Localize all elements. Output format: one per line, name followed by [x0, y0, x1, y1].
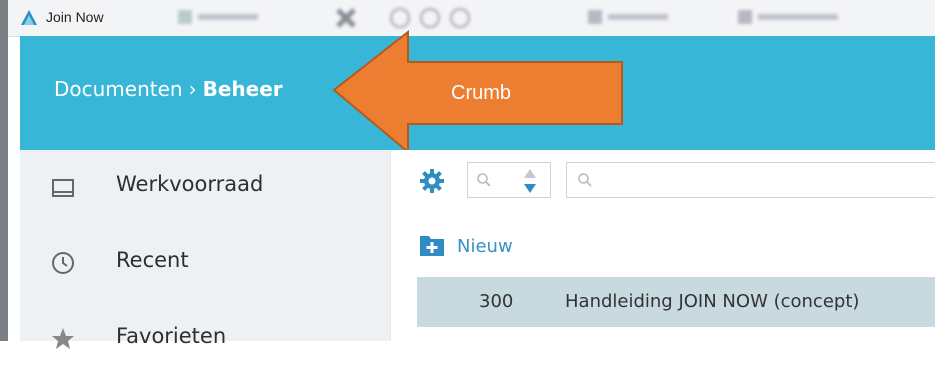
inbox-icon	[52, 179, 74, 197]
search-input[interactable]	[566, 162, 935, 198]
search-icon	[477, 173, 491, 187]
add-folder-icon	[420, 236, 444, 256]
new-document-label: Nieuw	[457, 236, 513, 257]
gear-icon[interactable]	[419, 168, 445, 194]
callout-label: Crumb	[451, 82, 512, 104]
breadcrumb: Documenten › Beheer	[54, 77, 283, 101]
sidebar-item-favorieten[interactable]: Favorieten	[20, 310, 390, 366]
clock-icon	[52, 252, 74, 274]
sidebar-item-label: Recent	[116, 248, 189, 272]
search-icon	[578, 173, 592, 187]
sidebar: Werkvoorraad Recent Favorieten	[20, 150, 390, 349]
document-title: Handleiding JOIN NOW (concept)	[565, 291, 860, 312]
window-left-edge	[0, 0, 8, 341]
breadcrumb-separator: ›	[188, 77, 197, 101]
sidebar-item-label: Favorieten	[116, 324, 227, 348]
filter-search-input[interactable]	[467, 162, 551, 198]
breadcrumb-link-documenten[interactable]: Documenten	[54, 77, 183, 101]
breadcrumb-current: Beheer	[202, 77, 283, 101]
table-row[interactable]: 300 Handleiding JOIN NOW (concept)	[417, 277, 935, 327]
sidebar-item-recent[interactable]: Recent	[20, 234, 390, 290]
star-icon	[52, 328, 74, 349]
app-logo-icon	[21, 10, 37, 25]
document-number: 300	[479, 291, 514, 312]
sidebar-item-werkvoorraad[interactable]: Werkvoorraad	[20, 158, 390, 214]
sort-arrows-icon[interactable]	[522, 167, 538, 195]
sidebar-item-label: Werkvoorraad	[116, 172, 264, 196]
window-title: Join Now	[46, 9, 104, 25]
